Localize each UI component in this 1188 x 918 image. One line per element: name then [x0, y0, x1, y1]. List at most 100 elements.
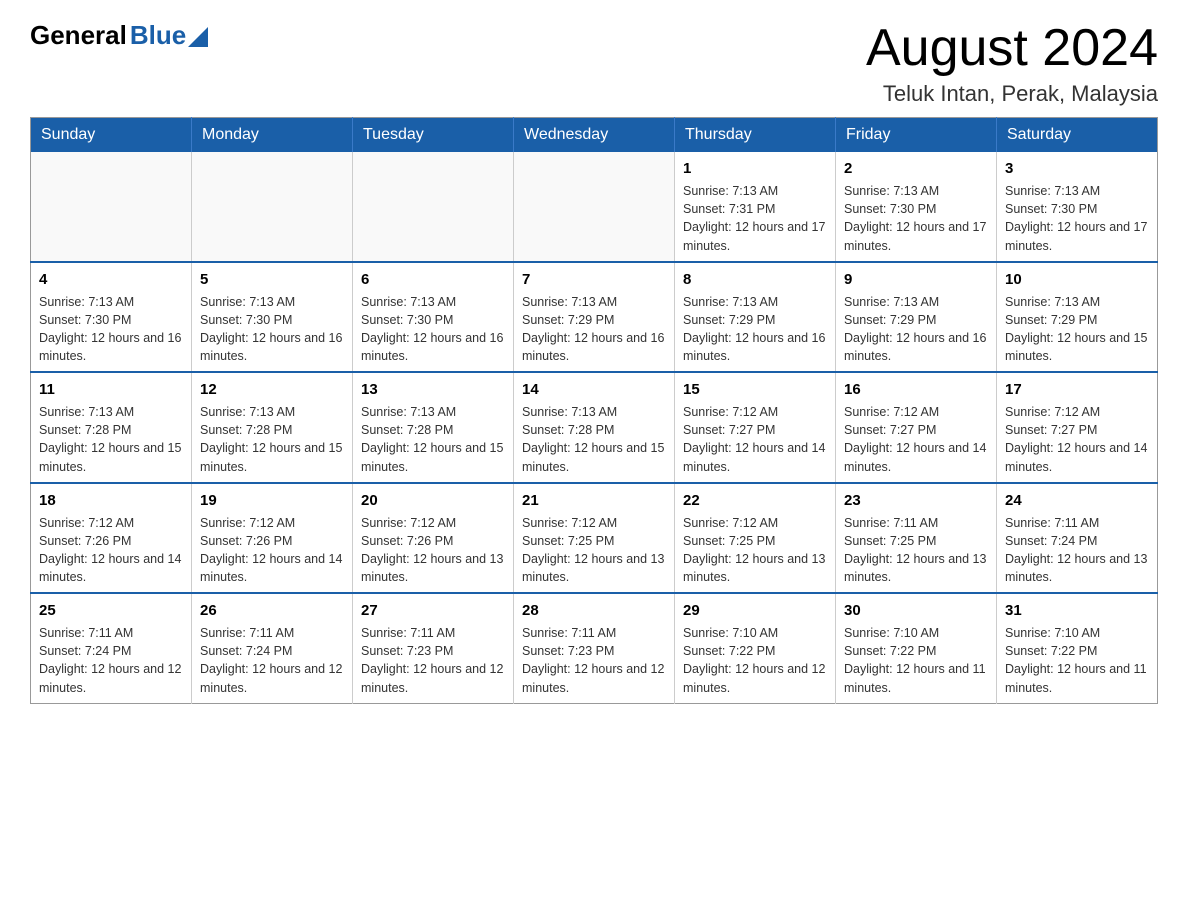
calendar-cell-w4-d6: 24 Sunrise: 7:11 AMSunset: 7:24 PMDayligh…	[997, 483, 1158, 594]
calendar-cell-w1-d3	[514, 152, 675, 262]
day-number: 18	[39, 490, 183, 511]
calendar-cell-w3-d3: 14 Sunrise: 7:13 AMSunset: 7:28 PMDayligh…	[514, 372, 675, 483]
day-info: Sunrise: 7:12 AMSunset: 7:27 PMDaylight:…	[683, 403, 827, 476]
calendar-cell-w2-d5: 9Sunrise: 7:13 AMSunset: 7:29 PMDaylight…	[836, 262, 997, 373]
day-info: Sunrise: 7:13 AMSunset: 7:28 PMDaylight:…	[522, 403, 666, 476]
day-info: Sunrise: 7:13 AMSunset: 7:30 PMDaylight:…	[39, 293, 183, 366]
day-number: 3	[1005, 158, 1149, 179]
logo-blue-part: Blue	[130, 20, 208, 51]
title-block: August 2024 Teluk Intan, Perak, Malaysia	[866, 20, 1158, 107]
col-tuesday: Tuesday	[353, 118, 514, 153]
day-info: Sunrise: 7:13 AMSunset: 7:30 PMDaylight:…	[844, 182, 988, 255]
day-number: 15	[683, 379, 827, 400]
col-saturday: Saturday	[997, 118, 1158, 153]
day-info: Sunrise: 7:13 AMSunset: 7:30 PMDaylight:…	[1005, 182, 1149, 255]
day-info: Sunrise: 7:13 AMSunset: 7:29 PMDaylight:…	[1005, 293, 1149, 366]
day-number: 17	[1005, 379, 1149, 400]
calendar-cell-w2-d3: 7Sunrise: 7:13 AMSunset: 7:29 PMDaylight…	[514, 262, 675, 373]
calendar-cell-w4-d5: 23 Sunrise: 7:11 AMSunset: 7:25 PMDayligh…	[836, 483, 997, 594]
calendar-cell-w4-d2: 20Sunrise: 7:12 AMSunset: 7:26 PMDayligh…	[353, 483, 514, 594]
day-info: Sunrise: 7:12 AMSunset: 7:25 PMDaylight:…	[683, 514, 827, 587]
day-info: Sunrise: 7:13 AMSunset: 7:31 PMDaylight:…	[683, 182, 827, 255]
day-info: Sunrise: 7:11 AMSunset: 7:24 PMDaylight:…	[200, 624, 344, 697]
calendar-cell-w5-d2: 27 Sunrise: 7:11 AMSunset: 7:23 PMDayligh…	[353, 593, 514, 703]
day-number: 26	[200, 600, 344, 621]
day-number: 6	[361, 269, 505, 290]
calendar-cell-w1-d5: 2 Sunrise: 7:13 AMSunset: 7:30 PMDaylight…	[836, 152, 997, 262]
calendar-header-row: Sunday Monday Tuesday Wednesday Thursday…	[31, 118, 1158, 153]
calendar-week-4: 18 Sunrise: 7:12 AMSunset: 7:26 PMDayligh…	[31, 483, 1158, 594]
day-number: 12	[200, 379, 344, 400]
day-info: Sunrise: 7:13 AMSunset: 7:29 PMDaylight:…	[522, 293, 666, 366]
day-info: Sunrise: 7:13 AMSunset: 7:30 PMDaylight:…	[361, 293, 505, 366]
calendar-cell-w5-d5: 30Sunrise: 7:10 AMSunset: 7:22 PMDayligh…	[836, 593, 997, 703]
day-info: Sunrise: 7:13 AMSunset: 7:30 PMDaylight:…	[200, 293, 344, 366]
day-info: Sunrise: 7:12 AMSunset: 7:27 PMDaylight:…	[844, 403, 988, 476]
calendar-cell-w3-d2: 13 Sunrise: 7:13 AMSunset: 7:28 PMDayligh…	[353, 372, 514, 483]
day-info: Sunrise: 7:10 AMSunset: 7:22 PMDaylight:…	[844, 624, 988, 697]
calendar-cell-w1-d4: 1 Sunrise: 7:13 AMSunset: 7:31 PMDaylight…	[675, 152, 836, 262]
calendar-cell-w4-d4: 22 Sunrise: 7:12 AMSunset: 7:25 PMDayligh…	[675, 483, 836, 594]
logo-arrow-icon	[188, 27, 208, 47]
calendar-cell-w5-d3: 28Sunrise: 7:11 AMSunset: 7:23 PMDayligh…	[514, 593, 675, 703]
calendar-cell-w5-d4: 29Sunrise: 7:10 AMSunset: 7:22 PMDayligh…	[675, 593, 836, 703]
day-info: Sunrise: 7:12 AMSunset: 7:25 PMDaylight:…	[522, 514, 666, 587]
month-title: August 2024	[866, 20, 1158, 77]
day-number: 19	[200, 490, 344, 511]
day-number: 10	[1005, 269, 1149, 290]
col-thursday: Thursday	[675, 118, 836, 153]
day-number: 31	[1005, 600, 1149, 621]
calendar-week-3: 11Sunrise: 7:13 AMSunset: 7:28 PMDayligh…	[31, 372, 1158, 483]
day-number: 27	[361, 600, 505, 621]
calendar-cell-w1-d2	[353, 152, 514, 262]
day-number: 5	[200, 269, 344, 290]
calendar-table: Sunday Monday Tuesday Wednesday Thursday…	[30, 117, 1158, 704]
day-info: Sunrise: 7:12 AMSunset: 7:26 PMDaylight:…	[39, 514, 183, 587]
day-number: 24	[1005, 490, 1149, 511]
calendar-cell-w4-d0: 18 Sunrise: 7:12 AMSunset: 7:26 PMDayligh…	[31, 483, 192, 594]
day-info: Sunrise: 7:12 AMSunset: 7:26 PMDaylight:…	[200, 514, 344, 587]
calendar-week-5: 25 Sunrise: 7:11 AMSunset: 7:24 PMDayligh…	[31, 593, 1158, 703]
day-number: 16	[844, 379, 988, 400]
logo-blue-text: Blue	[130, 20, 186, 51]
day-info: Sunrise: 7:11 AMSunset: 7:23 PMDaylight:…	[522, 624, 666, 697]
day-info: Sunrise: 7:13 AMSunset: 7:28 PMDaylight:…	[200, 403, 344, 476]
day-number: 22	[683, 490, 827, 511]
col-wednesday: Wednesday	[514, 118, 675, 153]
day-number: 23	[844, 490, 988, 511]
day-info: Sunrise: 7:11 AMSunset: 7:23 PMDaylight:…	[361, 624, 505, 697]
day-info: Sunrise: 7:13 AMSunset: 7:28 PMDaylight:…	[39, 403, 183, 476]
calendar-cell-w2-d4: 8 Sunrise: 7:13 AMSunset: 7:29 PMDaylight…	[675, 262, 836, 373]
calendar-cell-w3-d5: 16 Sunrise: 7:12 AMSunset: 7:27 PMDayligh…	[836, 372, 997, 483]
calendar-cell-w3-d6: 17Sunrise: 7:12 AMSunset: 7:27 PMDayligh…	[997, 372, 1158, 483]
day-info: Sunrise: 7:11 AMSunset: 7:24 PMDaylight:…	[1005, 514, 1149, 587]
calendar-cell-w5-d0: 25 Sunrise: 7:11 AMSunset: 7:24 PMDayligh…	[31, 593, 192, 703]
day-number: 2	[844, 158, 988, 179]
day-number: 1	[683, 158, 827, 179]
calendar-cell-w5-d6: 31 Sunrise: 7:10 AMSunset: 7:22 PMDayligh…	[997, 593, 1158, 703]
location-text: Teluk Intan, Perak, Malaysia	[866, 81, 1158, 107]
day-number: 13	[361, 379, 505, 400]
day-info: Sunrise: 7:13 AMSunset: 7:28 PMDaylight:…	[361, 403, 505, 476]
day-info: Sunrise: 7:13 AMSunset: 7:29 PMDaylight:…	[683, 293, 827, 366]
day-number: 14	[522, 379, 666, 400]
calendar-week-1: 1 Sunrise: 7:13 AMSunset: 7:31 PMDaylight…	[31, 152, 1158, 262]
calendar-cell-w1-d0	[31, 152, 192, 262]
day-info: Sunrise: 7:11 AMSunset: 7:24 PMDaylight:…	[39, 624, 183, 697]
day-number: 8	[683, 269, 827, 290]
calendar-cell-w1-d6: 3 Sunrise: 7:13 AMSunset: 7:30 PMDaylight…	[997, 152, 1158, 262]
calendar-cell-w3-d4: 15 Sunrise: 7:12 AMSunset: 7:27 PMDayligh…	[675, 372, 836, 483]
day-number: 25	[39, 600, 183, 621]
calendar-cell-w5-d1: 26 Sunrise: 7:11 AMSunset: 7:24 PMDayligh…	[192, 593, 353, 703]
day-number: 29	[683, 600, 827, 621]
day-info: Sunrise: 7:10 AMSunset: 7:22 PMDaylight:…	[1005, 624, 1149, 697]
calendar-cell-w2-d6: 10 Sunrise: 7:13 AMSunset: 7:29 PMDayligh…	[997, 262, 1158, 373]
logo-general-text: General	[30, 20, 127, 51]
day-number: 20	[361, 490, 505, 511]
col-friday: Friday	[836, 118, 997, 153]
calendar-cell-w1-d1	[192, 152, 353, 262]
day-info: Sunrise: 7:11 AMSunset: 7:25 PMDaylight:…	[844, 514, 988, 587]
day-number: 21	[522, 490, 666, 511]
calendar-cell-w2-d0: 4Sunrise: 7:13 AMSunset: 7:30 PMDaylight…	[31, 262, 192, 373]
calendar-cell-w2-d2: 6 Sunrise: 7:13 AMSunset: 7:30 PMDaylight…	[353, 262, 514, 373]
